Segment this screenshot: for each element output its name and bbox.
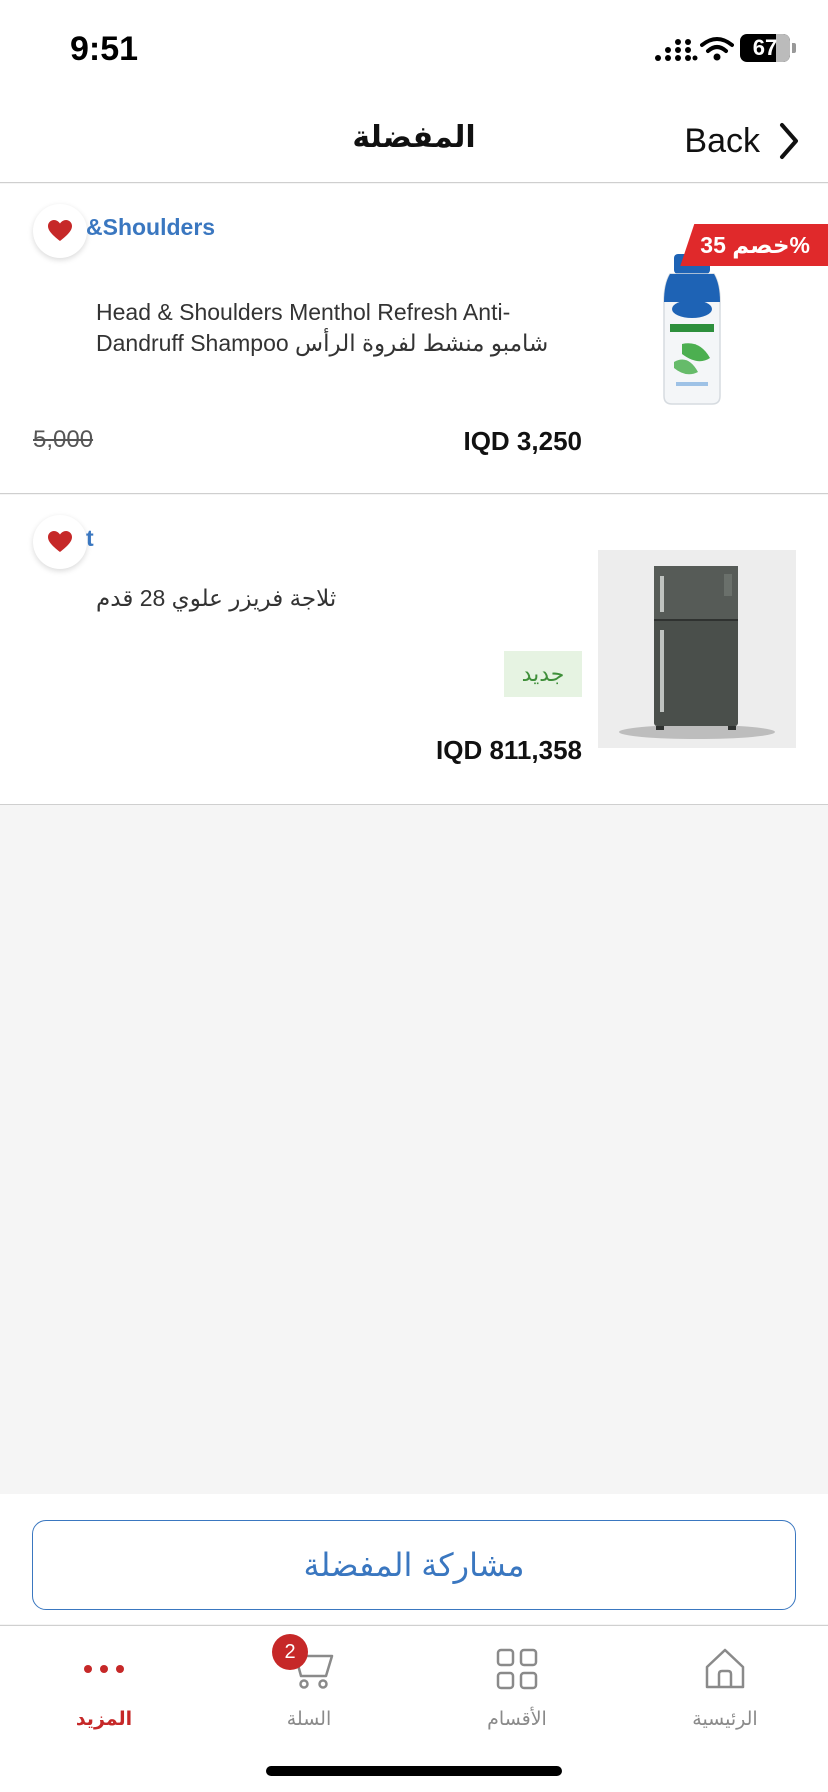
tab-home[interactable]: الرئيسية	[650, 1636, 800, 1746]
discount-badge: خصم 35%	[680, 224, 828, 266]
tab-cart-label: السلة	[286, 1709, 332, 1730]
cart-icon: 2	[272, 1634, 334, 1694]
battery-indicator: 67	[740, 34, 790, 62]
original-price: 5,000	[33, 426, 94, 453]
product-brand: &Shoulders	[86, 214, 216, 240]
share-container: مشاركة المفضلة	[0, 1494, 828, 1624]
share-favorites-button[interactable]: مشاركة المفضلة	[32, 1520, 796, 1610]
product-image[interactable]	[598, 550, 796, 748]
favorite-toggle-button[interactable]	[33, 515, 87, 569]
tab-categories[interactable]: الأقسام	[442, 1636, 592, 1746]
home-indicator	[266, 1766, 562, 1776]
product-price: IQD 3,250	[463, 426, 582, 456]
product-image[interactable]	[660, 254, 724, 406]
favorite-item[interactable]: t ثلاجة فريزر علوي 28 قدم جديد IQD 811,3…	[0, 495, 828, 805]
more-dots-icon	[79, 1644, 129, 1694]
heart-icon	[48, 531, 72, 552]
wifi-icon	[700, 37, 734, 61]
heart-icon	[48, 220, 72, 241]
tab-more-label: المزيد	[75, 1709, 133, 1730]
status-bar: 9:51 67	[0, 0, 828, 100]
product-brand: t	[86, 525, 94, 551]
back-label: Back	[684, 121, 760, 160]
product-name: Head & Shoulders Menthol Refresh Anti-Da…	[96, 299, 549, 356]
home-icon	[700, 1644, 750, 1694]
tab-home-label: الرئيسية	[692, 1709, 758, 1730]
new-badge: جديد	[504, 651, 582, 697]
cellular-signal-icon	[655, 39, 698, 61]
favorite-item[interactable]: &Shoulders Head & Shoulders Menthol Refr…	[0, 184, 828, 494]
product-price: IQD 811,358	[436, 735, 582, 765]
battery-tip	[792, 43, 796, 53]
tab-categories-label: الأقسام	[487, 1709, 547, 1730]
grid-icon	[492, 1644, 542, 1694]
tab-cart[interactable]: 2 السلة	[234, 1634, 384, 1746]
battery-level: 67	[752, 35, 778, 60]
favorite-toggle-button[interactable]	[33, 204, 87, 258]
product-name: ثلاجة فريزر علوي 28 قدم	[96, 585, 337, 611]
tab-more[interactable]: المزيد	[29, 1636, 179, 1746]
empty-area	[0, 806, 828, 1494]
back-button[interactable]: Back	[684, 118, 800, 164]
cart-count-badge: 2	[272, 1634, 308, 1670]
navigation-bar: المفضلة Back	[0, 100, 828, 183]
bottom-tab-bar: المزيد 2 السلة الأقسام الرئيسية	[0, 1625, 828, 1792]
status-time: 9:51	[70, 30, 139, 68]
chevron-right-icon	[780, 123, 798, 159]
